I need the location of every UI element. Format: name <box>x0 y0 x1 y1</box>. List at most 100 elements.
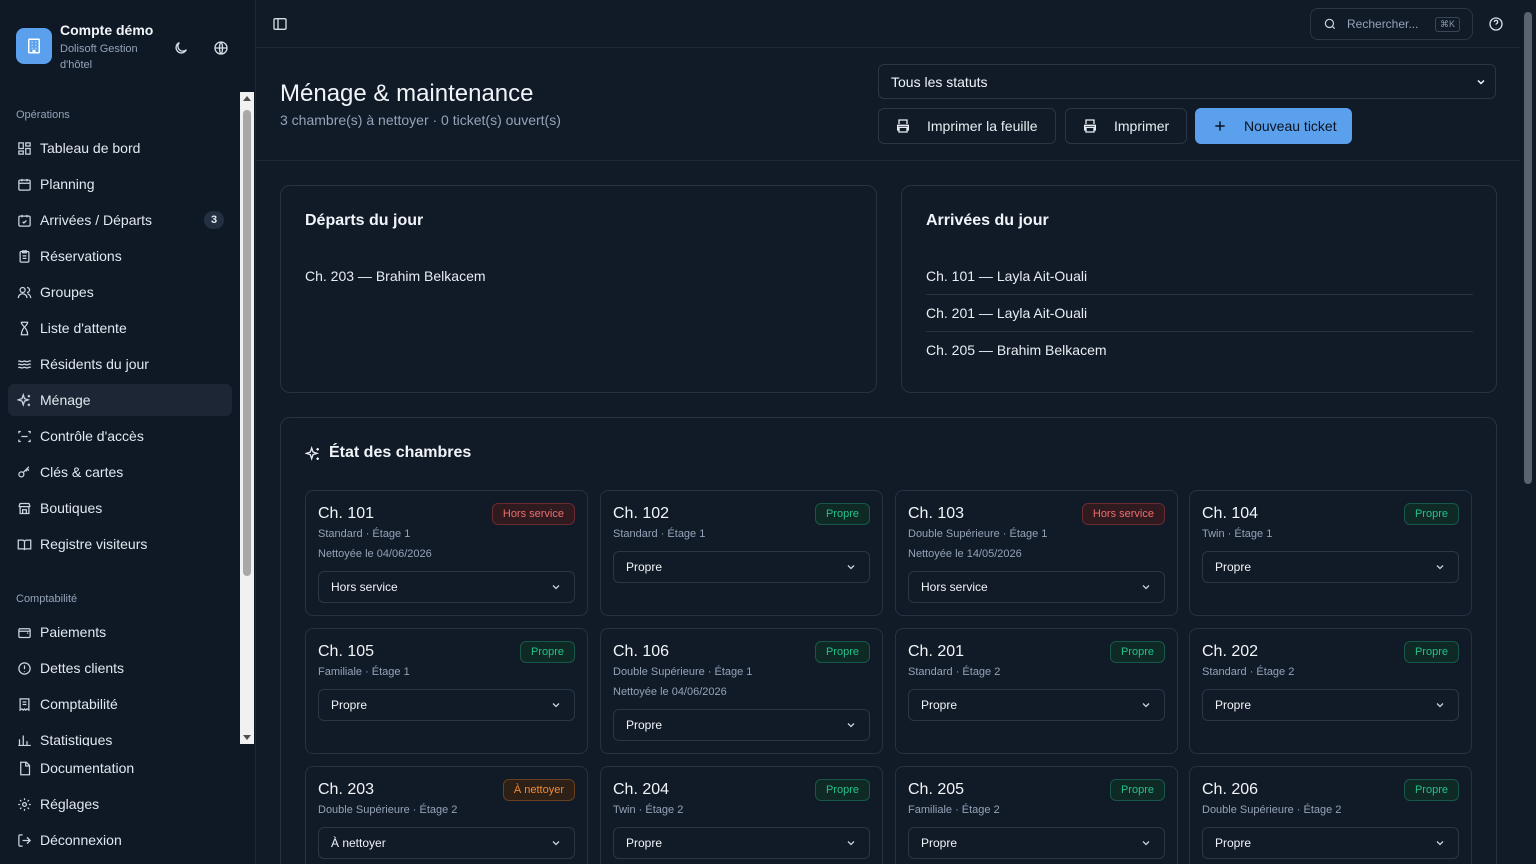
chevron-down-icon <box>845 719 857 734</box>
sidebar-item-settings[interactable]: Réglages <box>8 788 232 820</box>
room-status-value: Propre <box>1215 698 1252 712</box>
scrollbar-thumb[interactable] <box>243 110 251 576</box>
sidebar-item-statistics[interactable]: Statistiques <box>8 724 232 746</box>
chevron-down-icon <box>1140 699 1152 714</box>
room-type: Standard · Étage 2 <box>908 666 1001 678</box>
sidebar-item-label: Clés & cartes <box>40 464 124 480</box>
search-input[interactable]: Rechercher... ⌘K <box>1310 8 1473 40</box>
room-name: Ch. 103 <box>908 505 965 522</box>
scrollbar-thumb[interactable] <box>1524 12 1532 484</box>
print-sheet-button[interactable]: Imprimer la feuille <box>878 108 1056 144</box>
chevron-down-icon <box>550 699 562 714</box>
divider <box>926 331 1473 332</box>
sidebar-item-access-control[interactable]: Contrôle d'accès <box>8 420 232 452</box>
room-status-select[interactable]: Propre <box>908 689 1165 721</box>
room-status-select[interactable]: Propre <box>613 709 870 741</box>
room-status-title: État des chambres <box>329 444 472 461</box>
arrival-item: Ch. 205 — Brahim Belkacem <box>926 342 1107 358</box>
new-ticket-button[interactable]: Nouveau ticket <box>1195 108 1352 144</box>
sidebar-item-payments[interactable]: Paiements <box>8 616 232 648</box>
wallet-icon <box>16 624 32 640</box>
room-type: Double Supérieure · Étage 1 <box>908 528 1048 540</box>
room-status-select[interactable]: Propre <box>1202 551 1459 583</box>
room-status-select[interactable]: Propre <box>908 827 1165 859</box>
sidebar-scrollbar[interactable] <box>240 92 254 744</box>
status-filter-select[interactable]: Tous les statuts <box>878 64 1496 99</box>
sidebar-item-label: Planning <box>40 176 95 192</box>
theme-toggle-moon-icon[interactable] <box>169 36 193 60</box>
last-cleaned: Nettoyée le 14/05/2026 <box>908 548 1022 560</box>
book-icon <box>16 536 32 552</box>
room-status-select[interactable]: Propre <box>1202 827 1459 859</box>
sidebar-toggle-icon[interactable] <box>268 12 292 36</box>
sidebar-item-waitlist[interactable]: Liste d'attente <box>8 312 232 344</box>
room-status-select[interactable]: Propre <box>613 827 870 859</box>
room-name: Ch. 102 <box>613 505 670 522</box>
sidebar-item-planning[interactable]: Planning <box>8 168 232 200</box>
status-badge: Hors service <box>1081 503 1165 525</box>
print-button[interactable]: Imprimer <box>1065 108 1187 144</box>
page-subtitle: 3 chambre(s) à nettoyer · 0 ticket(s) ou… <box>280 112 561 128</box>
sidebar-item-accounting[interactable]: Comptabilité <box>8 688 232 720</box>
room-status-select[interactable]: Hors service <box>908 571 1165 603</box>
room-name: Ch. 104 <box>1202 505 1259 522</box>
status-badge: Propre <box>814 503 870 525</box>
room-type: Double Supérieure · Étage 1 <box>613 666 753 678</box>
print-label: Imprimer <box>1114 118 1170 134</box>
scroll-down-arrow-icon[interactable] <box>243 735 251 740</box>
sidebar-item-label: Ménage <box>40 392 91 408</box>
room-name: Ch. 202 <box>1202 643 1259 660</box>
help-icon[interactable] <box>1484 12 1508 36</box>
status-filter-value: Tous les statuts <box>891 73 988 90</box>
scroll-up-arrow-icon[interactable] <box>243 96 251 101</box>
room-name: Ch. 106 <box>613 643 670 660</box>
room-type: Double Supérieure · Étage 2 <box>1202 804 1342 816</box>
room-status-select[interactable]: Hors service <box>318 571 575 603</box>
room-card: Ch. 203 À nettoyer Double Supérieure · Éta… <box>305 766 588 864</box>
sidebar-item-customer-debts[interactable]: Dettes clients <box>8 652 232 684</box>
sparkles-icon <box>16 392 32 408</box>
status-badge: Propre <box>1109 641 1165 663</box>
room-status-value: Propre <box>921 698 958 712</box>
sidebar-item-dashboard[interactable]: Tableau de bord <box>8 132 232 164</box>
room-card: Ch. 102 Propre Standard · Étage 1 Propre <box>600 490 883 616</box>
status-badge: Propre <box>1403 503 1459 525</box>
room-type: Familiale · Étage 2 <box>908 804 1000 816</box>
room-card: Ch. 206 Propre Double Supérieure · Étage 2… <box>1189 766 1472 864</box>
sidebar-item-residents[interactable]: Résidents du jour <box>8 348 232 380</box>
count-badge: 3 <box>204 211 224 229</box>
app: Compte démo Dolisoft Gestion d'hôtel Opé… <box>0 0 1536 864</box>
room-card: Ch. 204 Propre Twin · Étage 2 Propre <box>600 766 883 864</box>
sidebar-item-label: Arrivées / Départs <box>40 212 153 228</box>
users-icon <box>16 284 32 300</box>
room-name: Ch. 206 <box>1202 781 1259 798</box>
sidebar-item-reservations[interactable]: Réservations <box>8 240 232 272</box>
sidebar-item-documentation[interactable]: Documentation <box>8 752 232 784</box>
room-status-select[interactable]: Propre <box>318 689 575 721</box>
sidebar-item-keys-cards[interactable]: Clés & cartes <box>8 456 232 488</box>
room-status-select[interactable]: Propre <box>613 551 870 583</box>
page-scrollbar[interactable] <box>1520 0 1536 864</box>
sidebar-item-arrivals-departures[interactable]: Arrivées / Départs 3 <box>8 204 232 236</box>
room-type: Twin · Étage 2 <box>613 804 684 816</box>
room-status-select[interactable]: À nettoyer <box>318 827 575 859</box>
room-name: Ch. 203 <box>318 781 375 798</box>
sidebar-item-logout[interactable]: Déconnexion <box>8 824 232 856</box>
sidebar-item-visitor-log[interactable]: Registre visiteurs <box>8 528 232 560</box>
sidebar-item-housekeeping[interactable]: Ménage <box>8 384 232 416</box>
sidebar-item-label: Registre visiteurs <box>40 536 148 552</box>
room-status-value: Propre <box>626 836 663 850</box>
language-globe-icon[interactable] <box>209 36 233 60</box>
calendar-check-icon <box>16 212 32 228</box>
room-status-value: Propre <box>626 560 663 574</box>
brand-subtitle: Dolisoft Gestion d'hôtel <box>60 43 138 71</box>
status-badge: Propre <box>814 641 870 663</box>
sidebar-item-label: Réglages <box>40 796 100 812</box>
room-status-value: Propre <box>1215 560 1252 574</box>
sidebar-item-label: Déconnexion <box>40 832 122 848</box>
sidebar-item-groups[interactable]: Groupes <box>8 276 232 308</box>
sidebar-item-shops[interactable]: Boutiques <box>8 492 232 524</box>
departures-card: Départs du jour Ch. 203 — Brahim Belkace… <box>280 185 877 393</box>
room-status-select[interactable]: Propre <box>1202 689 1459 721</box>
dashboard-icon <box>16 140 32 156</box>
